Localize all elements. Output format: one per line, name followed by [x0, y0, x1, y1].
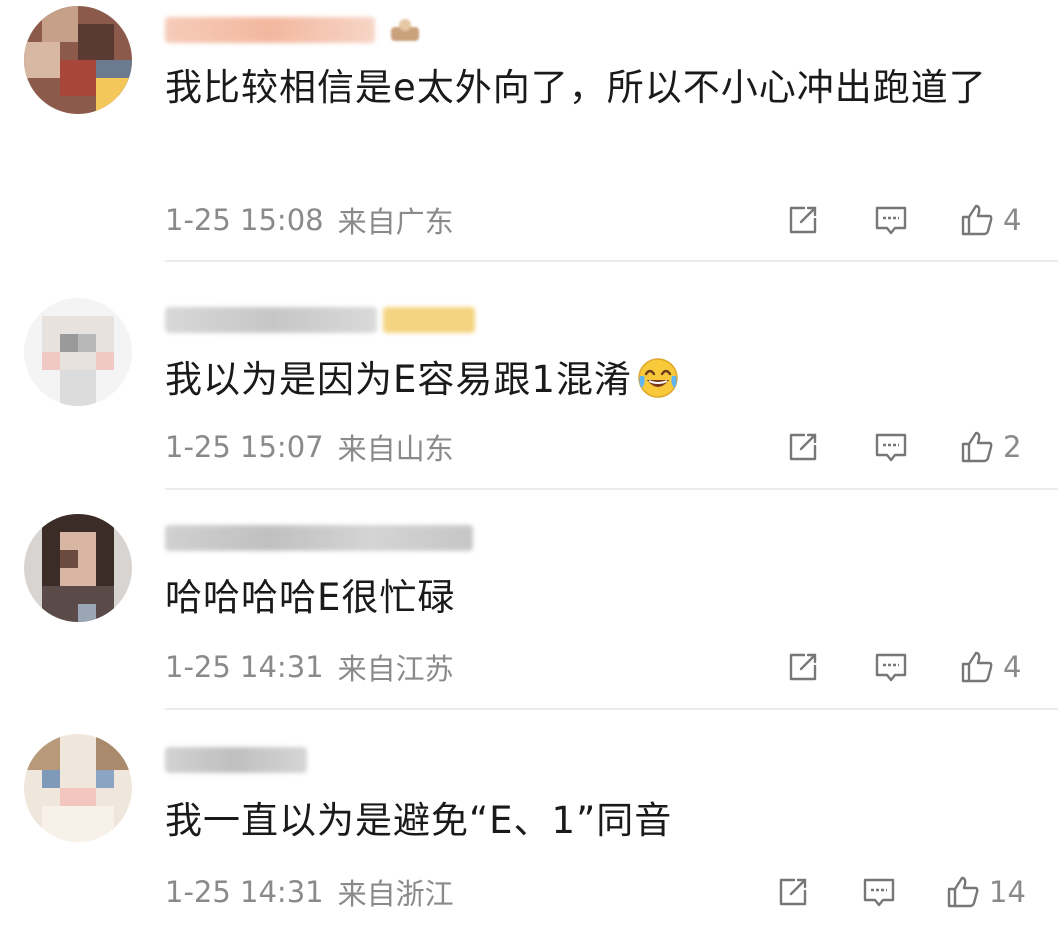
comment-time: 1-25 14:31	[165, 650, 324, 684]
avatar[interactable]	[24, 298, 132, 406]
thumbs-up-icon[interactable]	[959, 649, 995, 685]
comment-item: 我一直以为是避免“E、1”同音 1-25 14:31 来自浙江 14	[0, 710, 1058, 934]
comment-item: 我以为是因为E容易跟1混淆 1-25 15:07 来自山东 2	[0, 262, 1058, 490]
comment-meta: 1-25 14:31 来自浙江	[165, 872, 454, 912]
like-count: 4	[1003, 650, 1022, 684]
comment-time: 1-25 15:07	[165, 430, 324, 464]
username-obscured[interactable]	[165, 740, 307, 780]
like-count: 14	[989, 875, 1026, 909]
comment-actions: 2	[785, 427, 1021, 467]
avatar[interactable]	[24, 6, 132, 114]
comment-text-content: 我以为是因为E容易跟1混淆	[165, 358, 632, 401]
comment-text: 我一直以为是避免“E、1”同音	[165, 799, 673, 842]
comment-location: 来自山东	[337, 432, 454, 466]
username-obscured[interactable]	[165, 10, 423, 50]
thumbs-up-icon[interactable]	[959, 202, 995, 238]
share-icon[interactable]	[785, 649, 821, 685]
avatar[interactable]	[24, 514, 132, 622]
comment-location: 来自浙江	[337, 877, 454, 911]
comment-list: 我比较相信是e太外向了，所以不小心冲出跑道了 1-25 15:08 来自广东 4	[0, 0, 1058, 934]
comment-item: 我比较相信是e太外向了，所以不小心冲出跑道了 1-25 15:08 来自广东 4	[0, 0, 1058, 262]
share-icon[interactable]	[785, 202, 821, 238]
comment-meta: 1-25 15:07 来自山东	[165, 427, 454, 467]
thumbs-up-icon[interactable]	[945, 874, 981, 910]
like-count: 2	[1003, 430, 1022, 464]
comment-icon[interactable]	[873, 429, 909, 465]
comment-item: 哈哈哈哈E很忙碌 1-25 14:31 来自江苏 4	[0, 490, 1058, 710]
comment-icon[interactable]	[873, 649, 909, 685]
username-obscured[interactable]	[165, 518, 473, 558]
crying-laughing-emoji	[638, 358, 678, 398]
comment-time: 1-25 14:31	[165, 875, 324, 909]
thumbs-up-icon[interactable]	[959, 429, 995, 465]
username-obscured[interactable]	[165, 300, 475, 340]
comment-location: 来自江苏	[337, 652, 454, 686]
share-icon[interactable]	[785, 429, 821, 465]
comment-actions: 4	[785, 200, 1021, 240]
comment-meta: 1-25 14:31 来自江苏	[165, 647, 454, 687]
share-icon[interactable]	[775, 874, 811, 910]
comment-text: 哈哈哈哈E很忙碌	[165, 576, 456, 619]
comment-text: 我比较相信是e太外向了，所以不小心冲出跑道了	[165, 66, 987, 109]
badge-icon	[391, 19, 419, 41]
comment-actions: 14	[775, 872, 1026, 912]
comment-text: 我以为是因为E容易跟1混淆	[165, 347, 1035, 413]
comment-actions: 4	[785, 647, 1021, 687]
comment-time: 1-25 15:08	[165, 203, 324, 237]
like-count: 4	[1003, 203, 1022, 237]
comment-meta: 1-25 15:08 来自广东	[165, 200, 454, 240]
comment-location: 来自广东	[337, 205, 454, 239]
comment-icon[interactable]	[873, 202, 909, 238]
comment-icon[interactable]	[861, 874, 897, 910]
avatar[interactable]	[24, 734, 132, 842]
